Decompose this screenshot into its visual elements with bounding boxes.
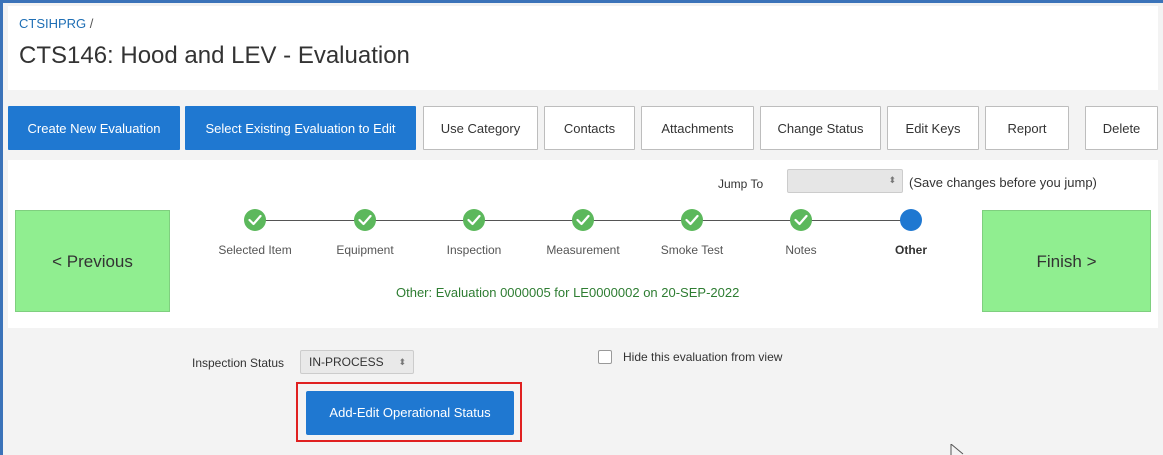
- finish-button[interactable]: Finish >: [982, 210, 1151, 312]
- wizard-step-5-marker[interactable]: [681, 209, 703, 231]
- breadcrumb: CTSIHPRG /: [19, 16, 93, 31]
- inspection-status-select[interactable]: IN-PROCESS ⬍: [300, 350, 414, 374]
- add-edit-operational-status-button[interactable]: Add-Edit Operational Status: [306, 391, 514, 435]
- check-icon: [358, 214, 372, 226]
- status-line-prefix: Other:: [396, 285, 433, 300]
- wizard-step-7-marker[interactable]: [900, 209, 922, 231]
- wizard-step-4-label[interactable]: Measurement: [546, 243, 619, 257]
- wizard-step-6-label[interactable]: Notes: [785, 243, 816, 257]
- form-area: [8, 336, 1158, 455]
- contacts-button[interactable]: Contacts: [544, 106, 635, 150]
- delete-button[interactable]: Delete: [1085, 106, 1158, 150]
- select-arrows-icon: ⬍: [398, 357, 406, 367]
- check-icon: [467, 214, 481, 226]
- use-category-button[interactable]: Use Category: [423, 106, 538, 150]
- inspection-status-label: Inspection Status: [192, 356, 285, 370]
- wizard-step-2-label[interactable]: Equipment: [336, 243, 393, 257]
- wizard-step-1-label[interactable]: Selected Item: [218, 243, 291, 257]
- status-line: Other: Evaluation 0000005 for LE0000002 …: [396, 285, 739, 300]
- breadcrumb-link-root[interactable]: CTSIHPRG: [19, 16, 86, 31]
- wizard-step-3-marker[interactable]: [463, 209, 485, 231]
- select-existing-evaluation-button[interactable]: Select Existing Evaluation to Edit: [185, 106, 416, 150]
- check-icon: [576, 214, 590, 226]
- change-status-button[interactable]: Change Status: [760, 106, 881, 150]
- wizard-step-1-marker[interactable]: [244, 209, 266, 231]
- wizard-step-6-marker[interactable]: [790, 209, 812, 231]
- hide-evaluation-checkbox[interactable]: [598, 350, 612, 364]
- page-header: CTSIHPRG / CTS146: Hood and LEV - Evalua…: [8, 6, 1158, 90]
- wizard-step-2-marker[interactable]: [354, 209, 376, 231]
- mouse-cursor-icon: [950, 444, 964, 455]
- page-title: CTS146: Hood and LEV - Evaluation: [19, 42, 410, 69]
- create-new-evaluation-button[interactable]: Create New Evaluation: [8, 106, 180, 150]
- breadcrumb-separator: /: [89, 16, 94, 31]
- wizard-step-4-marker[interactable]: [572, 209, 594, 231]
- toolbar: Create New Evaluation Select Existing Ev…: [8, 106, 1158, 152]
- wizard-step-7-label[interactable]: Other: [895, 243, 927, 257]
- wizard-step-5-label[interactable]: Smoke Test: [661, 243, 723, 257]
- hide-evaluation-label: Hide this evaluation from view: [623, 350, 783, 364]
- inspection-status-value: IN-PROCESS: [309, 355, 384, 369]
- check-icon: [794, 214, 808, 226]
- check-icon: [248, 214, 262, 226]
- edit-keys-button[interactable]: Edit Keys: [887, 106, 979, 150]
- jump-to-label: Jump To: [718, 177, 764, 191]
- check-icon: [685, 214, 699, 226]
- status-line-text: Evaluation 0000005 for LE0000002 on 20-S…: [435, 285, 740, 300]
- attachments-button[interactable]: Attachments: [641, 106, 754, 150]
- wizard-step-3-label[interactable]: Inspection: [447, 243, 502, 257]
- window-left-border: [0, 0, 3, 455]
- window-top-border: [0, 0, 1163, 3]
- select-arrows-icon: ⬍: [888, 175, 896, 185]
- jump-to-select[interactable]: ⬍: [787, 169, 903, 193]
- report-button[interactable]: Report: [985, 106, 1069, 150]
- previous-button[interactable]: < Previous: [15, 210, 170, 312]
- jump-hint: (Save changes before you jump): [909, 175, 1097, 190]
